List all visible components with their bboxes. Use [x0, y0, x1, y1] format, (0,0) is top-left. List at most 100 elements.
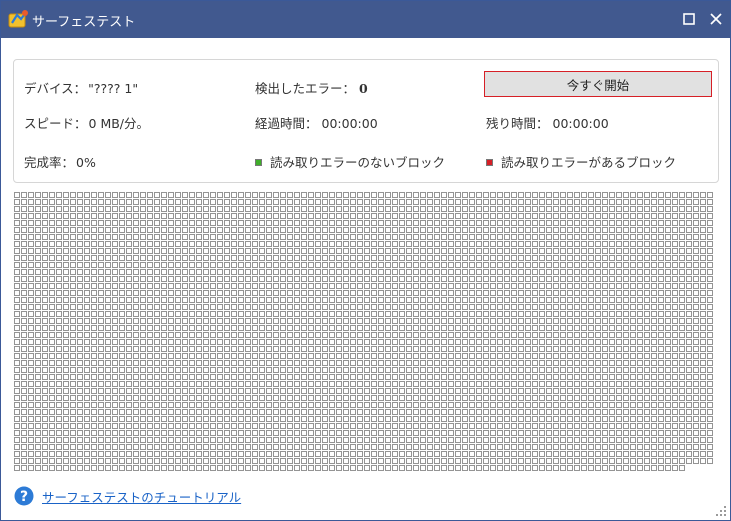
- block-cell: [329, 325, 335, 331]
- block-cell: [665, 241, 671, 247]
- block-cell: [434, 451, 440, 457]
- title-bar: サーフェステスト: [1, 1, 730, 38]
- block-cell: [322, 304, 328, 310]
- block-cell: [189, 234, 195, 240]
- block-cell: [581, 304, 587, 310]
- block-cell: [371, 353, 377, 359]
- block-cell: [364, 437, 370, 443]
- block-cell: [315, 367, 321, 373]
- block-cell: [518, 199, 524, 205]
- block-cell: [560, 213, 566, 219]
- block-cell: [560, 346, 566, 352]
- block-cell: [511, 318, 517, 324]
- block-cell: [182, 213, 188, 219]
- block-cell: [385, 423, 391, 429]
- block-cell: [63, 388, 69, 394]
- block-cell: [448, 206, 454, 212]
- block-cell: [294, 423, 300, 429]
- block-cell: [574, 451, 580, 457]
- block-cell: [378, 430, 384, 436]
- block-cell: [616, 346, 622, 352]
- block-cell: [434, 388, 440, 394]
- block-cell: [434, 192, 440, 198]
- block-cell: [238, 360, 244, 366]
- block-cell: [301, 332, 307, 338]
- block-cell: [49, 374, 55, 380]
- block-cell: [280, 339, 286, 345]
- block-cell: [336, 206, 342, 212]
- block-cell: [448, 213, 454, 219]
- resize-grip-icon[interactable]: [715, 505, 727, 517]
- block-cell: [476, 311, 482, 317]
- block-cell: [672, 234, 678, 240]
- block-cell: [553, 360, 559, 366]
- block-cell: [420, 367, 426, 373]
- block-cell: [560, 465, 566, 471]
- block-cell: [105, 360, 111, 366]
- block-cell: [196, 423, 202, 429]
- block-cell: [525, 458, 531, 464]
- maximize-icon[interactable]: [680, 10, 698, 28]
- block-cell: [469, 227, 475, 233]
- block-cell: [399, 262, 405, 268]
- block-cell: [168, 416, 174, 422]
- block-cell: [49, 311, 55, 317]
- block-cell: [203, 367, 209, 373]
- block-cell: [623, 458, 629, 464]
- block-cell: [567, 360, 573, 366]
- block-cell: [455, 367, 461, 373]
- block-cell: [119, 423, 125, 429]
- tutorial-link-text[interactable]: サーフェステストのチュートリアル: [42, 487, 241, 506]
- block-cell: [392, 388, 398, 394]
- block-cell: [343, 255, 349, 261]
- start-now-button[interactable]: 今すぐ開始: [484, 71, 712, 97]
- block-cell: [686, 318, 692, 324]
- block-cell: [231, 290, 237, 296]
- block-cell: [693, 199, 699, 205]
- block-cell: [406, 451, 412, 457]
- block-cell: [245, 332, 251, 338]
- block-cell: [518, 416, 524, 422]
- block-cell: [588, 388, 594, 394]
- block-cell: [490, 227, 496, 233]
- block-cell: [189, 388, 195, 394]
- close-icon[interactable]: [707, 10, 725, 28]
- block-cell: [434, 297, 440, 303]
- block-cell: [49, 283, 55, 289]
- block-cell: [266, 283, 272, 289]
- block-cell: [91, 283, 97, 289]
- block-cell: [602, 269, 608, 275]
- block-cell: [56, 458, 62, 464]
- block-cell: [476, 381, 482, 387]
- block-cell: [532, 283, 538, 289]
- block-cell: [637, 416, 643, 422]
- block-cell: [21, 318, 27, 324]
- block-cell: [336, 199, 342, 205]
- block-cell: [357, 304, 363, 310]
- block-cell: [77, 395, 83, 401]
- block-cell: [273, 227, 279, 233]
- block-cell: [455, 241, 461, 247]
- block-cell: [259, 332, 265, 338]
- block-cell: [252, 199, 258, 205]
- block-cell: [511, 241, 517, 247]
- block-cell: [294, 339, 300, 345]
- block-cell: [315, 430, 321, 436]
- block-cell: [217, 255, 223, 261]
- block-cell: [693, 360, 699, 366]
- block-cell: [406, 395, 412, 401]
- block-cell: [168, 444, 174, 450]
- block-cell: [84, 339, 90, 345]
- block-cell: [42, 304, 48, 310]
- block-cell: [182, 416, 188, 422]
- tutorial-link[interactable]: ? サーフェステストのチュートリアル: [14, 485, 241, 507]
- block-cell: [329, 227, 335, 233]
- block-cell: [553, 241, 559, 247]
- block-cell: [490, 311, 496, 317]
- block-cell: [413, 325, 419, 331]
- block-cell: [329, 346, 335, 352]
- block-cell: [644, 388, 650, 394]
- block-cell: [672, 213, 678, 219]
- block-cell: [665, 416, 671, 422]
- block-cell: [581, 339, 587, 345]
